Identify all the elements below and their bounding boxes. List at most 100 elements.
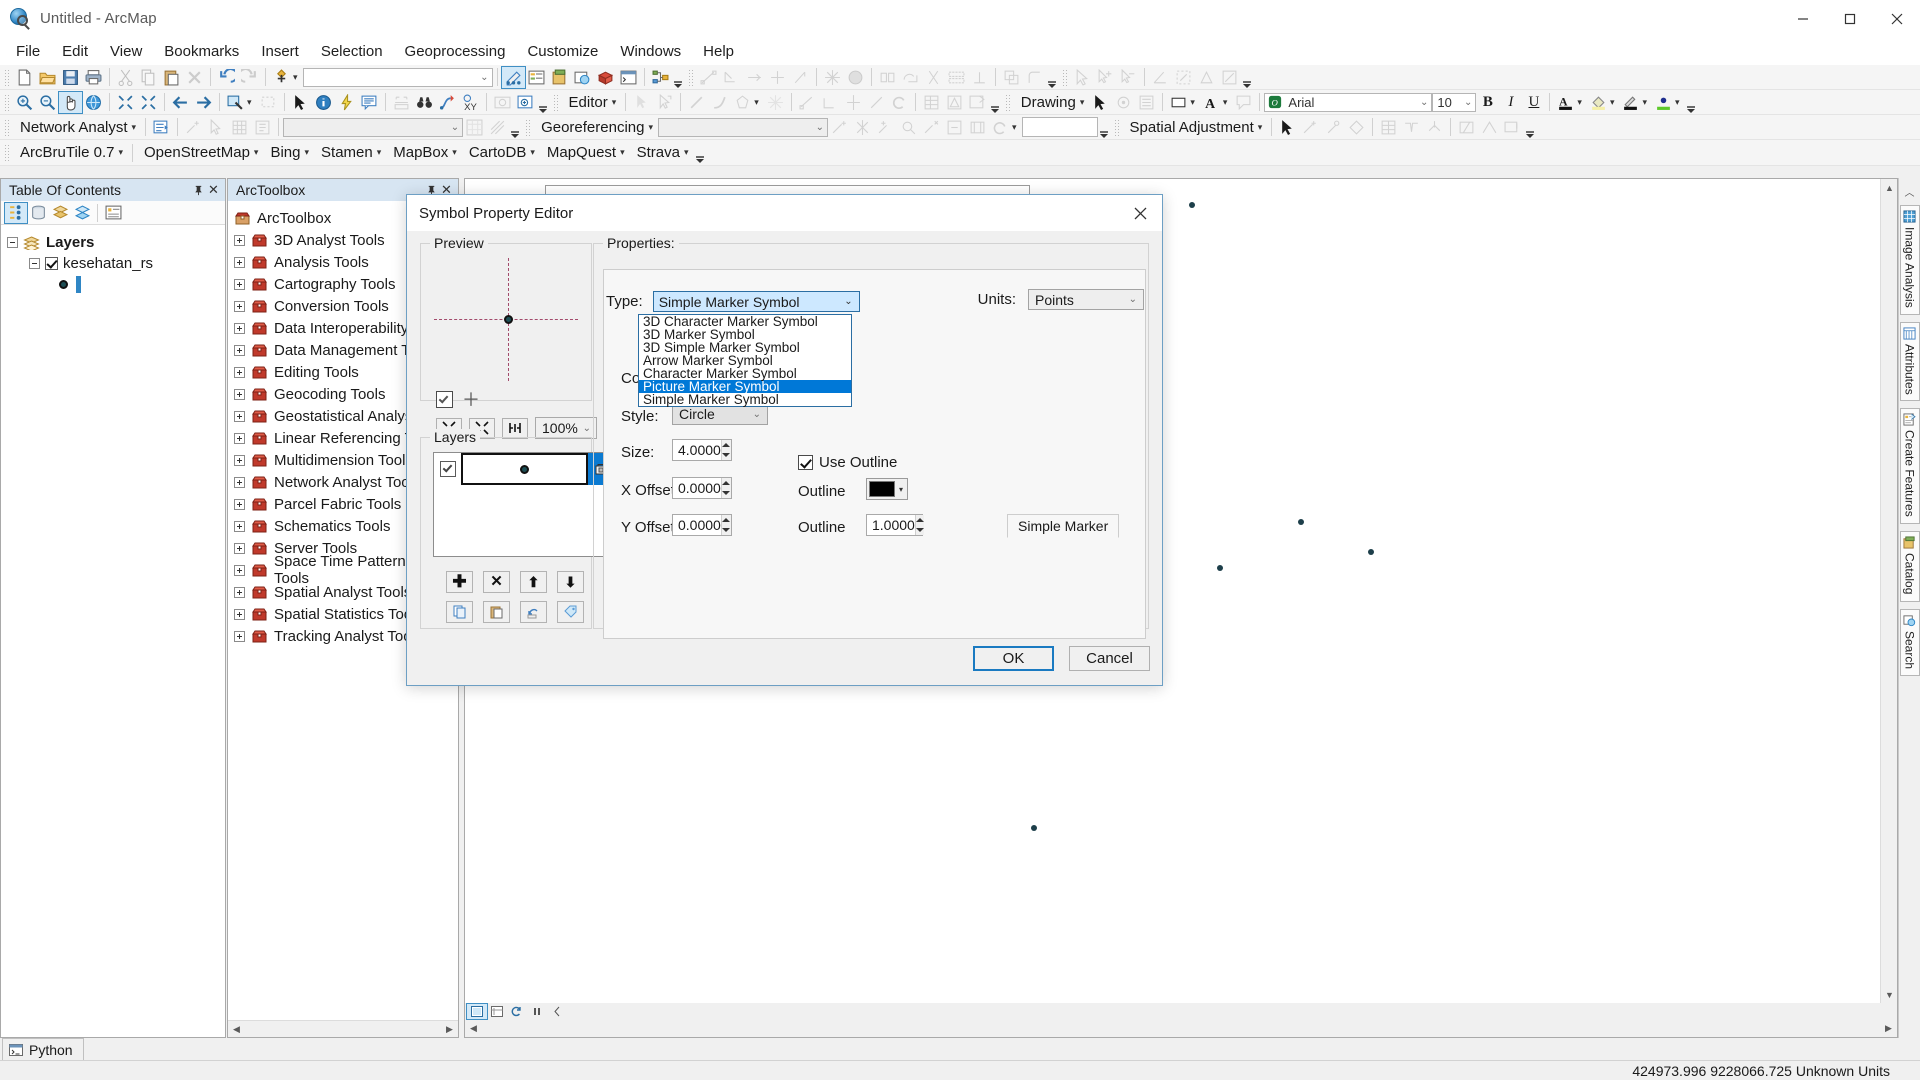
mapbox-menu[interactable]: MapBox: [386, 144, 452, 161]
line-color-icon[interactable]: [1619, 92, 1642, 113]
font-family-combo[interactable]: O Arial ⌄: [1264, 92, 1433, 112]
create-viewer-window-icon[interactable]: [514, 92, 537, 113]
zoom-in-icon[interactable]: [13, 92, 36, 113]
pause-drawing-icon[interactable]: [527, 1004, 547, 1019]
sidebar-tab-search[interactable]: Search: [1899, 608, 1920, 676]
edit-vertices-button[interactable]: [697, 67, 720, 88]
dialog-close-button[interactable]: [1118, 195, 1162, 231]
zoom-out-icon[interactable]: [36, 92, 59, 113]
clip-button[interactable]: [922, 67, 945, 88]
toolbar-grip[interactable]: [3, 67, 10, 87]
outline-width-decrement[interactable]: [915, 525, 924, 535]
add-layer-button[interactable]: ✚: [446, 571, 473, 593]
add-data-dropdown-icon[interactable]: ▾: [293, 72, 303, 83]
arcbrutile-menu[interactable]: ArcBruTile 0.7: [13, 144, 118, 161]
sa-transformation-icon[interactable]: [1478, 117, 1501, 138]
close-button[interactable]: [1873, 0, 1920, 37]
spatial-adjustment-menu[interactable]: Spatial Adjustment: [1123, 119, 1258, 136]
element-properties-icon[interactable]: [1135, 92, 1158, 113]
topology-toolbar-overflow[interactable]: [1046, 67, 1058, 88]
select-arrow-button[interactable]: [1071, 67, 1094, 88]
straight-segment-button[interactable]: [789, 67, 812, 88]
size-increment[interactable]: [722, 440, 731, 450]
menu-bookmarks[interactable]: Bookmarks: [153, 40, 250, 63]
drawing-menu[interactable]: Drawing: [1014, 94, 1080, 111]
split-button[interactable]: [743, 67, 766, 88]
sa-new-multi-link-icon[interactable]: [1345, 117, 1368, 138]
stamen-dropdown-icon[interactable]: ▾: [377, 147, 387, 158]
standard-toolbar-overflow[interactable]: [672, 67, 684, 88]
outline-width-stepper[interactable]: 1.0000: [866, 514, 924, 536]
toolbar-grip-3[interactable]: [1060, 67, 1068, 87]
bold-button[interactable]: B: [1476, 92, 1499, 113]
data-view-icon[interactable]: [466, 1003, 488, 1020]
map-scroll-left-icon[interactable]: ◀: [465, 1021, 482, 1036]
measure-angle-button[interactable]: [1149, 67, 1172, 88]
stamen-menu[interactable]: Stamen: [314, 144, 377, 161]
map-feature-point[interactable]: [1217, 565, 1223, 571]
new-text-callout-icon[interactable]: [1232, 92, 1255, 113]
use-outline-checkbox[interactable]: [798, 455, 813, 470]
clear-selection-icon[interactable]: [257, 92, 280, 113]
menu-edit[interactable]: Edit: [51, 40, 99, 63]
network-directions-icon[interactable]: [251, 117, 274, 138]
list-by-visibility-icon[interactable]: [49, 203, 71, 223]
table-of-contents-button[interactable]: [525, 67, 548, 88]
open-document-button[interactable]: [36, 67, 59, 88]
map-vertical-scrollbar[interactable]: ▲ ▼: [1880, 179, 1897, 1003]
reshape-icon[interactable]: [819, 92, 842, 113]
collapse-chevron-icon[interactable]: ︿: [1905, 184, 1915, 199]
toc-layer-symbol-row[interactable]: [7, 274, 225, 295]
spatial-adjustment-grip[interactable]: [1112, 117, 1120, 137]
rotate-element-icon[interactable]: [1112, 92, 1135, 113]
toolbar-grip-2[interactable]: [686, 67, 694, 87]
python-window-button[interactable]: [617, 67, 640, 88]
parallel-button[interactable]: [945, 67, 968, 88]
identify-icon[interactable]: [312, 92, 335, 113]
edit-vertices-tool-icon[interactable]: [796, 92, 819, 113]
outline-color-dropdown-icon[interactable]: ▾: [895, 485, 907, 494]
undo-button[interactable]: [215, 67, 238, 88]
dropdown-option-6[interactable]: Simple Marker Symbol: [639, 393, 851, 407]
sa-view-link-table-icon[interactable]: [1377, 117, 1400, 138]
editor-toolbar-overflow[interactable]: [989, 92, 1001, 113]
plus-icon[interactable]: ＋: [462, 391, 480, 409]
tools-toolbar-overflow[interactable]: [537, 92, 549, 113]
edit-tool-icon[interactable]: [630, 92, 653, 113]
cartodb-menu[interactable]: CartoDB: [462, 144, 531, 161]
catalog-window-button[interactable]: [548, 67, 571, 88]
tools-grip[interactable]: [3, 92, 10, 112]
scroll-right-icon[interactable]: ▶: [441, 1021, 458, 1037]
select-features-icon[interactable]: [224, 92, 247, 113]
layer-collapse-icon[interactable]: [29, 258, 40, 269]
add-control-points-icon[interactable]: [828, 117, 851, 138]
go-to-xy-icon[interactable]: XY: [459, 92, 482, 113]
expand-icon[interactable]: [234, 454, 245, 466]
time-slider-icon[interactable]: [491, 92, 514, 113]
cartodb-dropdown-icon[interactable]: ▾: [530, 147, 540, 158]
network-analyst-grip[interactable]: [3, 117, 10, 137]
y-offset-stepper[interactable]: 0.0000: [672, 514, 732, 536]
model-builder-button[interactable]: [649, 67, 672, 88]
map-feature-point[interactable]: [1368, 549, 1374, 555]
union-button[interactable]: [899, 67, 922, 88]
go-back-extent-icon[interactable]: [169, 92, 192, 113]
new-rectangle-icon[interactable]: [1167, 92, 1190, 113]
map-scroll-right-icon[interactable]: ▶: [1880, 1021, 1897, 1036]
expand-icon[interactable]: [234, 388, 245, 400]
toc-options-icon[interactable]: [102, 203, 124, 223]
expand-icon[interactable]: [234, 564, 245, 576]
bing-menu[interactable]: Bing: [263, 144, 304, 161]
spatial-adjustment-dropdown-icon[interactable]: ▾: [1258, 122, 1268, 133]
georeferencing-grip[interactable]: [524, 117, 532, 137]
hyperlink-icon[interactable]: [335, 92, 358, 113]
rotate-georef-dropdown-icon[interactable]: ▾: [1012, 122, 1022, 133]
sa-links-icon[interactable]: [1501, 117, 1524, 138]
rotate-icon[interactable]: [888, 92, 911, 113]
pin-icon[interactable]: [191, 182, 206, 198]
expand-icon[interactable]: [234, 498, 245, 510]
outline-color-button[interactable]: ▾: [866, 478, 908, 500]
menu-windows[interactable]: Windows: [609, 40, 692, 63]
symbol-type-dropdown-list[interactable]: 3D Character Marker Symbol 3D Marker Symb…: [638, 314, 852, 407]
preview-zoom-combo[interactable]: 100% ⌄: [535, 417, 597, 439]
